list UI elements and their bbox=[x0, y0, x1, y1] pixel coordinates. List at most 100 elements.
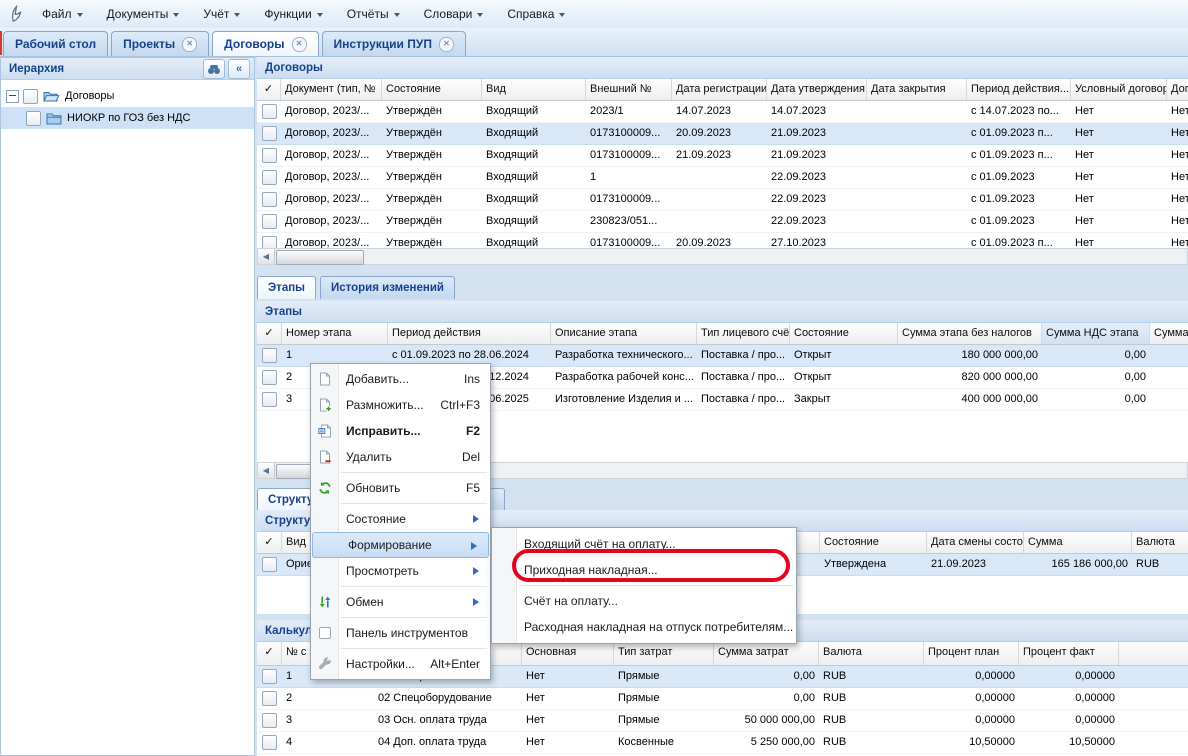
row-checkbox[interactable] bbox=[257, 688, 282, 709]
column-header[interactable]: Валюта bbox=[819, 642, 924, 665]
scroll-left-button[interactable]: ◀ bbox=[258, 249, 275, 264]
menubar-item[interactable]: Отчёты bbox=[339, 3, 408, 25]
collapse-panel-button[interactable]: « bbox=[228, 59, 250, 79]
row-checkbox[interactable] bbox=[257, 211, 281, 232]
row-checkbox[interactable] bbox=[257, 666, 282, 687]
column-header[interactable]: Состояние bbox=[382, 79, 482, 100]
row-checkbox[interactable] bbox=[257, 732, 282, 753]
table-row[interactable]: Договор, 2023/...УтверждёнВходящий017310… bbox=[257, 233, 1188, 248]
row-checkbox[interactable] bbox=[257, 710, 282, 731]
workspace-tab[interactable]: Договоры✕ bbox=[212, 31, 318, 56]
submenu-item[interactable]: Расходная накладная на отпуск потребител… bbox=[492, 614, 796, 640]
context-menu-item[interactable]: Настройки...Alt+Enter bbox=[311, 651, 490, 677]
table-row[interactable]: Договор, 2023/...УтверждёнВходящий017310… bbox=[257, 123, 1188, 145]
column-header[interactable]: Сумма НДС этапа bbox=[1042, 323, 1150, 344]
column-header[interactable]: Процент план bbox=[924, 642, 1019, 665]
row-checkbox[interactable] bbox=[257, 145, 281, 166]
submenu-item[interactable]: Счёт на оплату... bbox=[492, 588, 796, 614]
context-menu-item[interactable]: Добавить...Ins bbox=[311, 366, 490, 392]
column-header[interactable]: Описание этапа bbox=[551, 323, 697, 344]
tree-node[interactable]: Договоры bbox=[1, 85, 254, 107]
submenu-item-annotated[interactable]: Приходная накладная... bbox=[492, 557, 796, 583]
menubar-item[interactable]: Документы bbox=[99, 3, 188, 25]
column-header[interactable]: Сумма э bbox=[1150, 323, 1188, 344]
workspace-tab[interactable]: Рабочий стол bbox=[3, 31, 108, 56]
column-header[interactable]: Внешний № bbox=[586, 79, 672, 100]
column-header[interactable]: Тип затрат bbox=[614, 642, 714, 665]
scroll-thumb[interactable] bbox=[276, 250, 364, 265]
table-row[interactable]: Договор, 2023/...УтверждёнВходящий122.09… bbox=[257, 167, 1188, 189]
column-header[interactable]: Основная bbox=[522, 642, 614, 665]
table-row[interactable]: Договор, 2023/...УтверждёнВходящий017310… bbox=[257, 145, 1188, 167]
row-checkbox[interactable] bbox=[257, 123, 281, 144]
contracts-hscrollbar[interactable]: ◀ bbox=[257, 248, 1188, 265]
column-header[interactable]: Вид bbox=[482, 79, 586, 100]
column-header[interactable]: Дата утверждения bbox=[767, 79, 867, 100]
row-checkbox[interactable] bbox=[257, 167, 281, 188]
context-menu-item[interactable]: Состояние bbox=[311, 506, 490, 532]
column-header[interactable]: Номер этапа bbox=[282, 323, 388, 344]
column-header[interactable]: Догов bbox=[1167, 79, 1188, 100]
tree-checkbox[interactable] bbox=[23, 89, 38, 104]
context-menu-item[interactable]: Размножить...Ctrl+F3 bbox=[311, 392, 490, 418]
tree-node[interactable]: НИОКР по ГОЗ без НДС bbox=[1, 107, 254, 129]
row-checkbox[interactable] bbox=[257, 389, 282, 410]
workspace-tab[interactable]: Инструкции ПУП✕ bbox=[322, 31, 466, 56]
context-menu-item[interactable]: УдалитьDel bbox=[311, 444, 490, 470]
column-header[interactable]: Состояние bbox=[820, 532, 927, 553]
column-header[interactable]: Дата регистрации. bbox=[672, 79, 767, 100]
menubar-item[interactable]: Файл bbox=[34, 3, 91, 25]
menubar-item[interactable]: Функции bbox=[256, 3, 330, 25]
collapse-node-icon[interactable] bbox=[6, 90, 19, 103]
section-tab[interactable]: История изменений bbox=[320, 276, 455, 299]
table-row[interactable]: 202 СпецоборудованиеНетПрямые0,00RUB0,00… bbox=[257, 688, 1188, 710]
search-button[interactable] bbox=[203, 59, 225, 79]
column-header[interactable]: Сумма этапа без налогов bbox=[898, 323, 1042, 344]
menubar-item[interactable]: Учёт bbox=[195, 3, 248, 25]
context-menu-item[interactable]: Обмен bbox=[311, 589, 490, 615]
row-checkbox[interactable] bbox=[257, 101, 281, 122]
column-header[interactable]: Период действия bbox=[388, 323, 551, 344]
context-menu-item[interactable]: ОбновитьF5 bbox=[311, 475, 490, 501]
select-all-header[interactable]: ✓ bbox=[257, 323, 282, 344]
column-header[interactable]: Процент факт bbox=[1019, 642, 1119, 665]
column-header[interactable]: Дата смены состоя bbox=[927, 532, 1024, 553]
context-menu-item[interactable]: Формирование bbox=[312, 532, 489, 558]
scroll-left-button[interactable]: ◀ bbox=[258, 463, 275, 478]
column-header[interactable]: Период действия... bbox=[967, 79, 1071, 100]
menubar-item[interactable]: Словари bbox=[416, 3, 492, 25]
row-checkbox[interactable] bbox=[257, 233, 281, 248]
table-row[interactable]: 303 Осн. оплата трудаНетПрямые50 000 000… bbox=[257, 710, 1188, 732]
tab-close-icon[interactable]: ✕ bbox=[182, 37, 197, 52]
row-checkbox[interactable] bbox=[257, 189, 281, 210]
column-header[interactable]: Сумма bbox=[1024, 532, 1132, 553]
context-menu-item[interactable]: Исправить...F2 bbox=[311, 418, 490, 444]
column-header[interactable]: Тип лицевого счёт bbox=[697, 323, 790, 344]
select-all-header[interactable]: ✓ bbox=[257, 532, 282, 553]
table-row[interactable]: Договор, 2023/...УтверждёнВходящий230823… bbox=[257, 211, 1188, 233]
select-all-header[interactable]: ✓ bbox=[257, 642, 282, 665]
column-header[interactable] bbox=[1119, 642, 1188, 665]
column-header[interactable]: Сумма затрат bbox=[714, 642, 819, 665]
column-header[interactable]: Состояние bbox=[790, 323, 898, 344]
table-row[interactable]: 404 Доп. оплата трудаНетКосвенные5 250 0… bbox=[257, 732, 1188, 754]
table-row[interactable]: Договор, 2023/...УтверждёнВходящий2023/1… bbox=[257, 101, 1188, 123]
select-all-header[interactable]: ✓ bbox=[257, 79, 281, 100]
context-menu-item[interactable]: Просмотреть bbox=[311, 558, 490, 584]
row-checkbox[interactable] bbox=[257, 554, 282, 575]
tree-checkbox[interactable] bbox=[26, 111, 41, 126]
row-checkbox[interactable] bbox=[257, 345, 282, 366]
tab-close-icon[interactable]: ✕ bbox=[292, 37, 307, 52]
submenu-item[interactable]: Входящий счёт на оплату... bbox=[492, 531, 796, 557]
section-tab[interactable]: Этапы bbox=[257, 276, 316, 299]
menubar-item[interactable]: Справка bbox=[499, 3, 573, 25]
column-header[interactable]: Документ (тип, № bbox=[281, 79, 382, 100]
column-header[interactable]: Дата закрытия bbox=[867, 79, 967, 100]
column-header[interactable]: Валюта bbox=[1132, 532, 1188, 553]
table-row[interactable]: Договор, 2023/...УтверждёнВходящий017310… bbox=[257, 189, 1188, 211]
row-checkbox[interactable] bbox=[257, 367, 282, 388]
tab-close-icon[interactable]: ✕ bbox=[439, 37, 454, 52]
context-menu-item[interactable]: Панель инструментов bbox=[311, 620, 490, 646]
column-header[interactable]: Условный договор bbox=[1071, 79, 1167, 100]
workspace-tab[interactable]: Проекты✕ bbox=[111, 31, 209, 56]
